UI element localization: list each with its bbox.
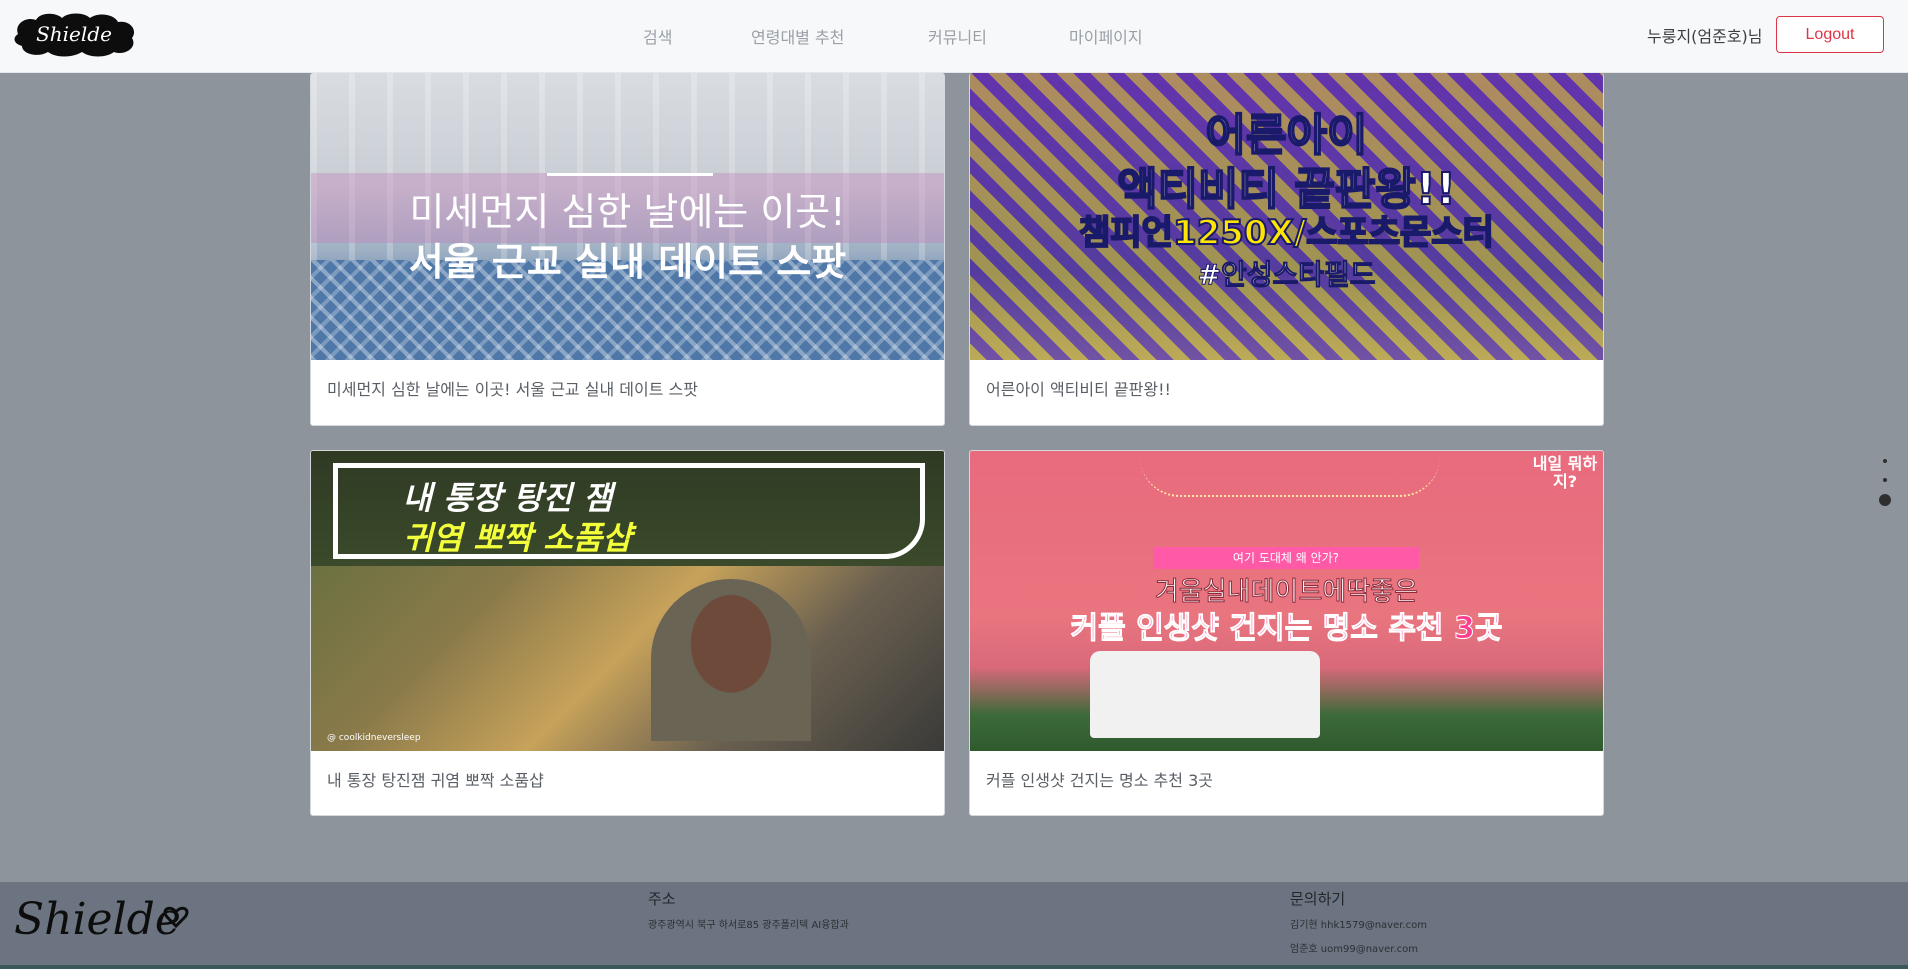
- thumbnail-title-line2: 커플 인생샷 건지는 명소 추천 3곳: [1070, 611, 1503, 647]
- thumbnail-lights: [1140, 457, 1440, 497]
- address-text: 광주광역시 북구 하서로85 광주폴리텍 AI융합과: [648, 920, 849, 931]
- content-card[interactable]: 내 통장 탕진 잼 귀염 뽀짝 소품샵 @ coolkidneversleep …: [310, 450, 945, 816]
- card-title[interactable]: 내 통장 탕진잼 귀염 뽀짝 소품샵: [327, 767, 544, 791]
- card-thumbnail[interactable]: 어른아이 액티비티 끝판왕!! 챔피언1250X/스포츠몬스터 #안성스타필드: [970, 73, 1603, 360]
- site-footer: Shielde 주소 광주광역시 북구 하서로85 광주폴리텍 AI융합과 문의…: [0, 882, 1908, 969]
- nav-community[interactable]: 커뮤니티: [928, 24, 987, 48]
- thumbnail-title-line2: 서울 근교 실내 데이트 스팟: [408, 240, 847, 284]
- thumbnail-person: [651, 579, 811, 741]
- contact-item: 엄준호 uom99@naver.com: [1290, 944, 1418, 955]
- user-greeting: 누룽지(엄준호)님: [1647, 27, 1763, 46]
- address-title: 주소: [648, 890, 676, 908]
- card-thumbnail[interactable]: 내 통장 탕진 잼 귀염 뽀짝 소품샵 @ coolkidneversleep: [311, 451, 944, 751]
- nav-age-recommend[interactable]: 연령대별 추천: [751, 24, 844, 48]
- thumbnail-bathtub: [1090, 651, 1320, 738]
- card-title[interactable]: 어른아이 액티비티 끝판왕!!: [986, 376, 1171, 400]
- pagination-dot-1[interactable]: [1883, 459, 1887, 463]
- footer-strip: [0, 965, 1908, 969]
- pagination-dot-active[interactable]: [1879, 494, 1891, 506]
- contact-title: 문의하기: [1290, 890, 1346, 908]
- thumbnail-handle: @ coolkidneversleep: [327, 733, 421, 743]
- thumbnail-title-line1: 미세먼지 심한 날에는 이곳!: [409, 190, 846, 234]
- top-navbar: Shielde 검색 연령대별 추천 커뮤니티 마이페이지 누룽지(엄준호)님 …: [0, 0, 1908, 73]
- pagination-dot-2[interactable]: [1883, 478, 1887, 482]
- thumbnail-title-line3: 챔피언1250X/스포츠몬스터: [1078, 212, 1495, 254]
- footer-logo: Shielde: [14, 894, 189, 945]
- card-title[interactable]: 미세먼지 심한 날에는 이곳! 서울 근교 실내 데이트 스팟: [327, 376, 698, 400]
- main-nav: 검색 연령대별 추천 커뮤니티 마이페이지: [0, 24, 1908, 48]
- thumbnail-title-line4: #안성스타필드: [1197, 258, 1376, 292]
- logout-button[interactable]: Logout: [1776, 16, 1884, 53]
- thumbnail-corner-text: 내일 뭐하지?: [1532, 454, 1598, 491]
- card-thumbnail[interactable]: 여기 도대체 왜 안가? 겨울실내데이트에딱좋은 커플 인생샷 건지는 명소 추…: [970, 451, 1603, 751]
- card-thumbnail[interactable]: 미세먼지 심한 날에는 이곳! 서울 근교 실내 데이트 스팟: [311, 73, 944, 360]
- thumbnail-divider: [547, 173, 713, 176]
- contact-item: 김기현 hhk1579@naver.com: [1290, 920, 1427, 931]
- card-title[interactable]: 커플 인생샷 건지는 명소 추천 3곳: [986, 767, 1213, 791]
- content-card[interactable]: 어른아이 액티비티 끝판왕!! 챔피언1250X/스포츠몬스터 #안성스타필드 …: [969, 73, 1604, 426]
- thumbnail-pill: 여기 도대체 왜 안가?: [1153, 547, 1419, 569]
- nav-search[interactable]: 검색: [643, 24, 672, 48]
- content-card[interactable]: 여기 도대체 왜 안가? 겨울실내데이트에딱좋은 커플 인생샷 건지는 명소 추…: [969, 450, 1604, 816]
- nav-mypage[interactable]: 마이페이지: [1069, 24, 1143, 48]
- footer-logo-text: Shielde: [14, 894, 181, 945]
- content-card[interactable]: 미세먼지 심한 날에는 이곳! 서울 근교 실내 데이트 스팟 미세먼지 심한 …: [310, 73, 945, 426]
- thumbnail-title-line2: 귀염 뽀짝 소품샵: [403, 519, 632, 557]
